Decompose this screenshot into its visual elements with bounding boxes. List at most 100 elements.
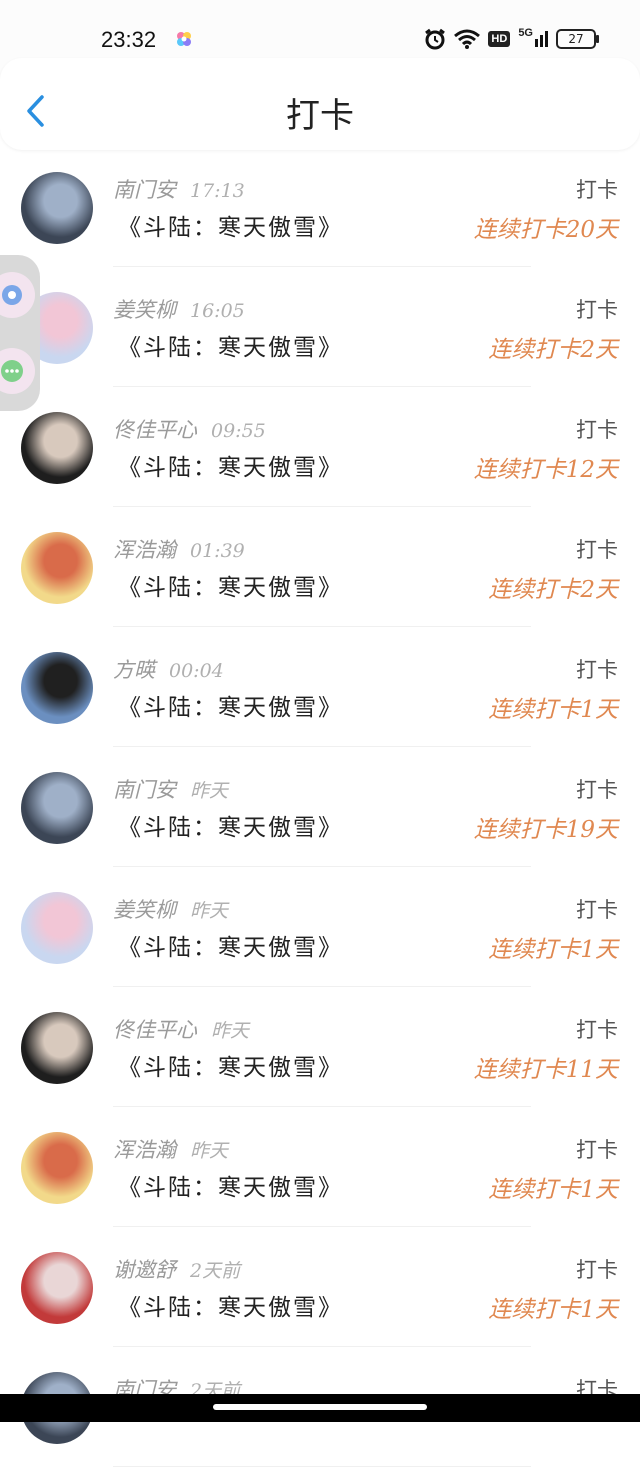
divider: [113, 266, 531, 267]
user-name: 佟佳平心: [113, 1018, 197, 1042]
checkin-time: 昨天: [190, 1140, 229, 1162]
app-notification-icon: [177, 32, 191, 46]
home-gesture-handle[interactable]: [213, 1404, 427, 1410]
list-item[interactable]: 佟佳平心 09:55 《斗陆：寒天傲雪》 打卡 连续打卡12天: [0, 390, 640, 510]
user-name: 方暎: [113, 658, 155, 682]
checkin-time: 昨天: [211, 1020, 250, 1042]
avatar[interactable]: [21, 892, 93, 964]
streak-badge: 连续打卡1天: [488, 1177, 618, 1203]
divider: [113, 506, 531, 507]
book-title[interactable]: 《斗陆：寒天傲雪》: [118, 1168, 343, 1202]
user-name: 南门安: [113, 178, 176, 202]
checkin-time: 01:39: [190, 540, 245, 562]
streak-badge: 连续打卡11天: [473, 1057, 618, 1083]
checkin-time: 昨天: [190, 900, 229, 922]
checkin-label: 打卡: [576, 418, 618, 442]
chat-bubble-icon[interactable]: [0, 347, 36, 395]
book-title[interactable]: 《斗陆：寒天傲雪》: [118, 688, 343, 722]
divider: [113, 1466, 531, 1467]
5g-signal-icon: 5G: [518, 27, 548, 47]
list-item[interactable]: 南门安 17:13 《斗陆：寒天傲雪》 打卡 连续打卡20天: [0, 150, 640, 270]
user-name: 姜笑柳: [113, 898, 176, 922]
user-name: 佟佳平心: [113, 418, 197, 442]
page-header: 打卡: [0, 58, 640, 150]
list-item[interactable]: 浑浩瀚 昨天 《斗陆：寒天傲雪》 打卡 连续打卡1天: [0, 1110, 640, 1230]
book-title[interactable]: 《斗陆：寒天傲雪》: [118, 808, 343, 842]
divider: [113, 386, 531, 387]
floating-side-widget[interactable]: [0, 255, 40, 411]
user-name-line: 佟佳平心 09:55: [113, 414, 266, 444]
page-title: 打卡: [286, 96, 354, 136]
streak-badge: 连续打卡1天: [488, 937, 618, 963]
divider: [113, 626, 531, 627]
checkin-label: 打卡: [576, 178, 618, 202]
checkin-label: 打卡: [576, 1138, 618, 1162]
streak-badge: 连续打卡20天: [473, 217, 618, 243]
user-name-line: 佟佳平心 昨天: [113, 1014, 249, 1044]
avatar[interactable]: [21, 1012, 93, 1084]
user-name: 南门安: [113, 778, 176, 802]
checkin-time: 16:05: [190, 300, 245, 322]
book-title[interactable]: 《斗陆：寒天傲雪》: [118, 928, 343, 962]
avatar[interactable]: [21, 172, 93, 244]
checkin-label: 打卡: [576, 298, 618, 322]
checkin-label: 打卡: [576, 538, 618, 562]
book-title[interactable]: 《斗陆：寒天傲雪》: [118, 208, 343, 242]
checkin-label: 打卡: [576, 1018, 618, 1042]
list-item[interactable]: 佟佳平心 昨天 《斗陆：寒天傲雪》 打卡 连续打卡11天: [0, 990, 640, 1110]
divider: [113, 746, 531, 747]
avatar[interactable]: [21, 412, 93, 484]
book-title[interactable]: 《斗陆：寒天傲雪》: [118, 328, 343, 362]
streak-badge: 连续打卡12天: [473, 457, 618, 483]
list-item[interactable]: 浑浩瀚 01:39 《斗陆：寒天傲雪》 打卡 连续打卡2天: [0, 510, 640, 630]
alarm-icon: [425, 28, 446, 50]
checkin-time: 09:55: [211, 420, 266, 442]
avatar[interactable]: [21, 772, 93, 844]
checkin-label: 打卡: [576, 658, 618, 682]
hd-icon: HD: [488, 31, 511, 47]
list-item[interactable]: 姜笑柳 16:05 《斗陆：寒天傲雪》 打卡 连续打卡2天: [0, 270, 640, 390]
streak-badge: 连续打卡19天: [473, 817, 618, 843]
user-name-line: 浑浩瀚 昨天: [113, 1134, 228, 1164]
wifi-icon: [454, 29, 481, 49]
divider: [113, 1106, 531, 1107]
user-name: 谢邀舒: [113, 1258, 176, 1282]
user-name-line: 谢邀舒 2天前: [113, 1254, 240, 1284]
user-name-line: 姜笑柳 昨天: [113, 894, 228, 924]
user-name-line: 姜笑柳 16:05: [113, 294, 245, 324]
checkin-time: 00:04: [169, 660, 224, 682]
checkin-list: 南门安 17:13 《斗陆：寒天傲雪》 打卡 连续打卡20天 姜笑柳 16:05 《…: [0, 150, 640, 1470]
checkin-time: 17:13: [190, 180, 245, 202]
settings-bubble-icon[interactable]: [0, 271, 36, 319]
list-item[interactable]: 姜笑柳 昨天 《斗陆：寒天傲雪》 打卡 连续打卡1天: [0, 870, 640, 990]
book-title[interactable]: 《斗陆：寒天傲雪》: [118, 568, 343, 602]
streak-badge: 连续打卡1天: [488, 1297, 618, 1323]
divider: [113, 986, 531, 987]
book-title[interactable]: 《斗陆：寒天傲雪》: [118, 1048, 343, 1082]
user-name: 浑浩瀚: [113, 1138, 176, 1162]
status-time: 23:32: [101, 27, 157, 52]
checkin-label: 打卡: [576, 1258, 618, 1282]
list-item[interactable]: 南门安 昨天 《斗陆：寒天傲雪》 打卡 连续打卡19天: [0, 750, 640, 870]
checkin-label: 打卡: [576, 778, 618, 802]
battery-level: 27: [568, 32, 584, 46]
system-nav-bar: [0, 1394, 640, 1422]
streak-badge: 连续打卡1天: [488, 697, 618, 723]
list-item[interactable]: 方暎 00:04 《斗陆：寒天傲雪》 打卡 连续打卡1天: [0, 630, 640, 750]
book-title[interactable]: 《斗陆：寒天傲雪》: [118, 1288, 343, 1322]
avatar[interactable]: [21, 652, 93, 724]
avatar[interactable]: [21, 532, 93, 604]
avatar[interactable]: [21, 1132, 93, 1204]
user-name: 姜笑柳: [113, 298, 176, 322]
user-name-line: 南门安 17:13: [113, 174, 245, 204]
user-name-line: 浑浩瀚 01:39: [113, 534, 245, 564]
avatar[interactable]: [21, 1252, 93, 1324]
list-item[interactable]: 谢邀舒 2天前 《斗陆：寒天傲雪》 打卡 连续打卡1天: [0, 1230, 640, 1350]
network-type: 5G: [518, 27, 533, 39]
user-name-line: 南门安 昨天: [113, 774, 228, 804]
checkin-time: 昨天: [190, 780, 229, 802]
divider: [113, 866, 531, 867]
book-title[interactable]: 《斗陆：寒天傲雪》: [118, 448, 343, 482]
streak-badge: 连续打卡2天: [488, 577, 618, 603]
divider: [113, 1226, 531, 1227]
